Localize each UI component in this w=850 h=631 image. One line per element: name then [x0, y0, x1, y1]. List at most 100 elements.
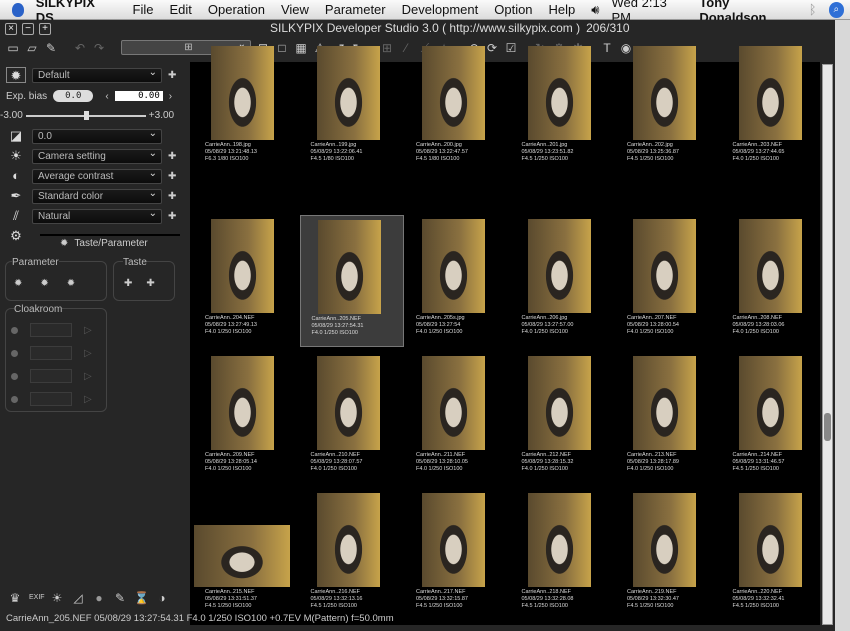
thumbnail-item[interactable]: CarrieAnn..219.NEF 05/08/29 13:32:30.47 F4…: [616, 489, 720, 621]
thumbnail-image[interactable]: [422, 356, 485, 450]
menu-option[interactable]: Option: [494, 2, 532, 17]
thumbnail-item[interactable]: CarrieAnn..209.NEF 05/08/29 13:28:05.14 F4…: [194, 352, 298, 484]
add-taste-icon[interactable]: ✚: [124, 278, 132, 289]
add-icon[interactable]: ✚: [168, 171, 176, 182]
thumbnail-image[interactable]: [633, 219, 696, 313]
thumbnail-item[interactable]: CarrieAnn..201.jpg 05/08/29 13:23:51.82 F4…: [511, 42, 615, 174]
thumbnail-image[interactable]: [738, 219, 802, 313]
thumbnail-item[interactable]: CarrieAnn..216.NEF 05/08/29 13:32:13.16 F4…: [300, 489, 404, 621]
menu-help[interactable]: Help: [549, 2, 576, 17]
thumbnail-item[interactable]: CarrieAnn..212.NEF 05/08/29 13:28:15.32 F4…: [511, 352, 615, 484]
maximize-button[interactable]: +: [39, 22, 51, 35]
redo-icon[interactable]: ↷: [92, 41, 106, 55]
thumbnail-image[interactable]: [316, 46, 380, 140]
taste-select[interactable]: Default: [32, 66, 162, 83]
increment-arrow[interactable]: ›: [169, 91, 172, 102]
thumbnail-image[interactable]: [422, 493, 485, 587]
bluetooth-icon[interactable]: ᛒ: [809, 2, 817, 17]
tab-taste-parameter[interactable]: ✹ Taste/Parameter: [60, 238, 148, 249]
edit-taste-icon[interactable]: ✚: [146, 278, 154, 289]
play-icon[interactable]: ▷: [84, 325, 92, 336]
thumbnail-item[interactable]: CarrieAnn..203.NEF 05/08/29 13:27:44.65 F4…: [722, 42, 826, 174]
tone-curve-icon[interactable]: ◿: [71, 591, 85, 605]
thumbnail-item[interactable]: CarrieAnn..198.jpg 05/08/29 13:21:48.13 F6…: [194, 42, 298, 174]
thumbnail-image[interactable]: [633, 493, 696, 587]
thumbnail-item[interactable]: CarrieAnn..205s.jpg 05/08/29 13:27:54 F4.0…: [405, 215, 509, 347]
thumbnail-item[interactable]: CarrieAnn..215.NEF 05/08/29 13:31:51.37 F4…: [194, 489, 298, 621]
play-icon[interactable]: ▷: [84, 348, 92, 359]
add-icon[interactable]: ✚: [168, 151, 176, 162]
thumbnail-image[interactable]: [194, 525, 290, 587]
menu-file[interactable]: File: [133, 2, 154, 17]
minimize-button[interactable]: −: [22, 22, 34, 35]
menu-parameter[interactable]: Parameter: [325, 2, 386, 17]
thumbnail-item[interactable]: CarrieAnn..211.NEF 05/08/29 13:28:10.05 F4…: [405, 352, 509, 484]
exif-icon[interactable]: EXIF: [29, 591, 45, 605]
thumbnail-item[interactable]: CarrieAnn..214.NEF 05/08/29 13:31:46.57 F4…: [722, 352, 826, 484]
thumbnail-image[interactable]: [527, 46, 591, 140]
vertical-scrollbar[interactable]: [822, 64, 833, 625]
open-file-icon[interactable]: ▭: [6, 41, 20, 55]
develop-icon[interactable]: ✎: [44, 41, 58, 55]
thumbnail-item[interactable]: CarrieAnn..199.jpg 05/08/29 13:22:06.41 F4…: [300, 42, 404, 174]
load-parameter-icon[interactable]: ✹: [40, 278, 48, 289]
scrollbar-thumb[interactable]: [824, 413, 831, 441]
thumbnail-item[interactable]: CarrieAnn..200.jpg 05/08/29 13:22:47.57 F4…: [405, 42, 509, 174]
slider-handle[interactable]: [83, 110, 89, 120]
thumbnail-item[interactable]: CarrieAnn..206.jpg 05/08/29 13:27:57.00 F4…: [511, 215, 615, 347]
white-balance-select[interactable]: Camera setting: [32, 147, 162, 164]
histogram-icon[interactable]: ♛: [8, 591, 22, 605]
thumbnail-image[interactable]: [316, 356, 380, 450]
play-icon[interactable]: ▷: [84, 371, 92, 382]
thumbnail-image[interactable]: [738, 46, 802, 140]
thumbnail-item[interactable]: CarrieAnn..220.NEF 05/08/29 13:32:32.41 F4…: [722, 489, 826, 621]
thumbnail-image[interactable]: [211, 46, 274, 140]
sharpness-select[interactable]: Natural: [32, 207, 162, 224]
thumbnail-image[interactable]: [527, 356, 591, 450]
cloakroom-slot[interactable]: [30, 346, 72, 360]
thumbnail-image[interactable]: [211, 356, 274, 450]
lens-icon[interactable]: ⌛: [134, 591, 149, 605]
decrement-arrow[interactable]: ‹: [105, 91, 108, 102]
reset-parameter-icon[interactable]: ✹: [67, 278, 75, 289]
thumbnail-item[interactable]: CarrieAnn..204.NEF 05/08/29 13:27:49.13 F4…: [194, 215, 298, 347]
thumbnail-item[interactable]: CarrieAnn..217.NEF 05/08/29 13:32:15.87 F4…: [405, 489, 509, 621]
exp-value-input[interactable]: 0.00: [114, 91, 163, 101]
thumbnail-image[interactable]: [527, 493, 591, 587]
color-select[interactable]: Standard color: [32, 187, 162, 204]
thumbnail-image[interactable]: [211, 219, 274, 313]
save-parameter-icon[interactable]: ✹: [14, 278, 22, 289]
volume-icon[interactable]: 🔊︎: [591, 2, 599, 18]
cloakroom-slot[interactable]: [30, 323, 72, 337]
thumbnail-image[interactable]: [317, 220, 381, 314]
thumbnail-item[interactable]: CarrieAnn..218.NEF 05/08/29 13:32:28.08 F4…: [511, 489, 615, 621]
add-icon[interactable]: ✚: [168, 70, 176, 81]
thumbnail-item[interactable]: CarrieAnn..205.NEF 05/08/29 13:27:54.31 F4…: [299, 215, 404, 347]
thumbnail-image[interactable]: [633, 46, 696, 140]
thumbnail-item[interactable]: CarrieAnn..202.jpg 05/08/29 13:25:36.87 F4…: [616, 42, 720, 174]
menu-development[interactable]: Development: [402, 2, 479, 17]
detail-settings-icon[interactable]: ⚙: [6, 228, 26, 244]
thumbnail-image[interactable]: [527, 219, 591, 313]
vignette-icon[interactable]: ◑: [155, 591, 169, 605]
thumbnail-image[interactable]: [633, 356, 696, 450]
color-ball-icon[interactable]: ●: [92, 591, 106, 605]
exp-slider[interactable]: [25, 110, 146, 120]
open-folder-icon[interactable]: ▱: [25, 41, 39, 55]
thumbnail-item[interactable]: CarrieAnn..210.NEF 05/08/29 13:28:07.57 F4…: [300, 352, 404, 484]
taste-icon[interactable]: ✹: [6, 67, 26, 83]
add-icon[interactable]: ✚: [168, 191, 176, 202]
apple-menu-icon[interactable]: [12, 2, 24, 17]
thumbnail-image[interactable]: [422, 46, 485, 140]
close-button[interactable]: ×: [5, 22, 17, 35]
undo-icon[interactable]: ↶: [73, 41, 87, 55]
menu-edit[interactable]: Edit: [169, 2, 191, 17]
add-icon[interactable]: ✚: [168, 211, 176, 222]
contrast-select[interactable]: Average contrast: [32, 167, 162, 184]
play-icon[interactable]: ▷: [84, 394, 92, 405]
spotlight-icon[interactable]: ⌕: [828, 1, 844, 18]
menu-view[interactable]: View: [281, 2, 309, 17]
thumbnail-image[interactable]: [738, 356, 802, 450]
thumbnail-image[interactable]: [738, 493, 802, 587]
thumbnail-item[interactable]: CarrieAnn..207.NEF 05/08/29 13:28:00.54 F4…: [616, 215, 720, 347]
